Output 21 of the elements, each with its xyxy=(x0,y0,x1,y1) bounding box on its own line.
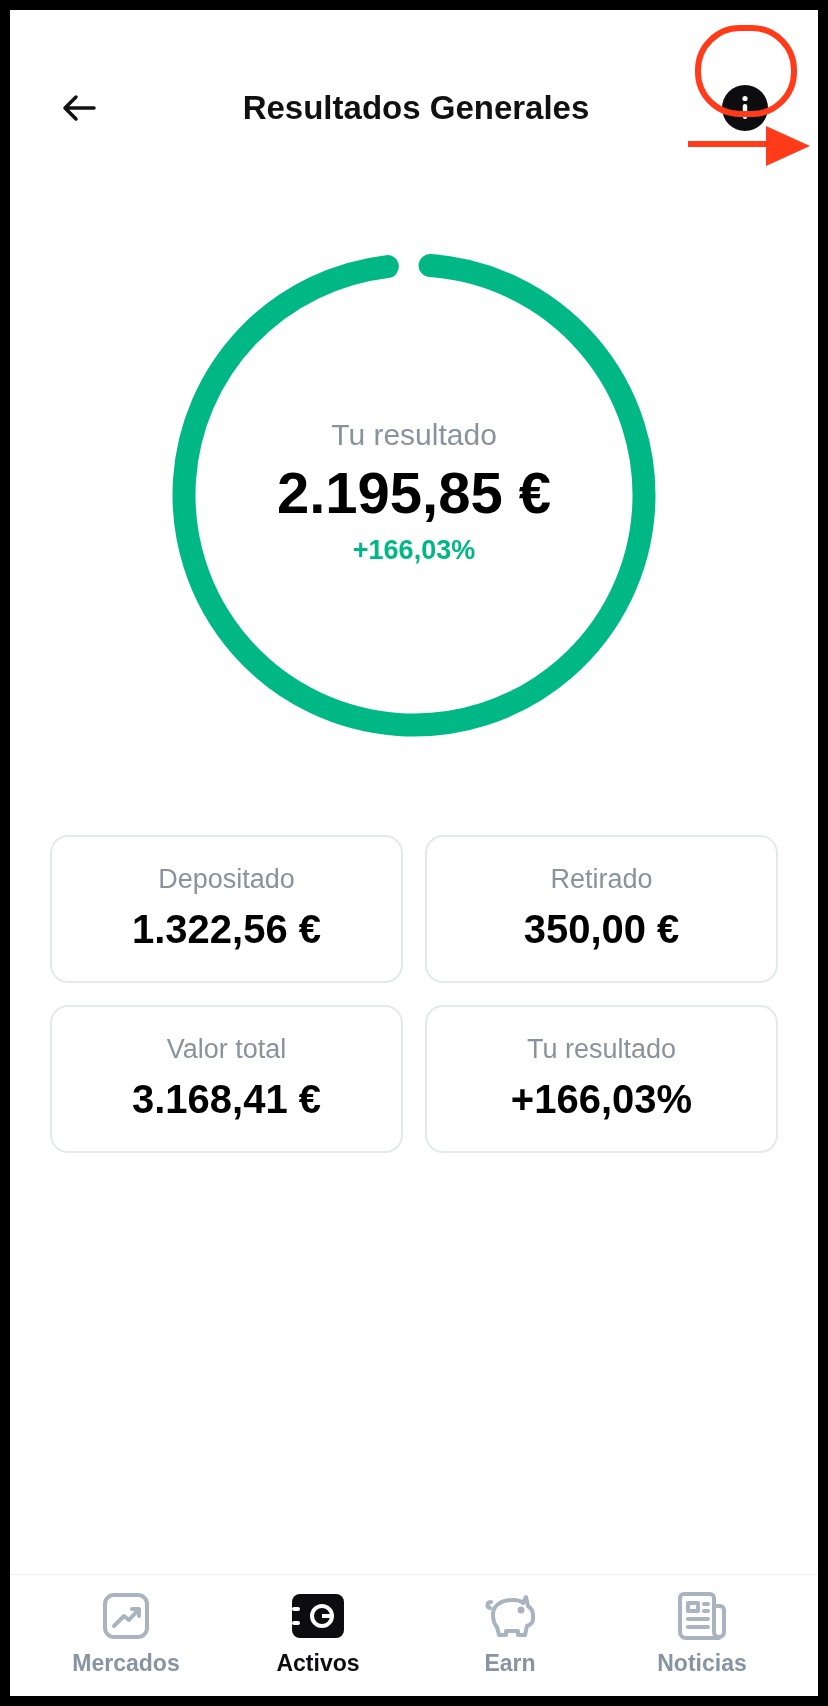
wallet-icon xyxy=(292,1594,344,1639)
stat-value: 350,00 € xyxy=(523,906,680,954)
page-title: Resultados Generales xyxy=(242,87,590,128)
info-icon[interactable] xyxy=(722,84,768,131)
stat-value: +166,03% xyxy=(510,1076,693,1124)
result-label: Tu resultado xyxy=(331,417,497,453)
nav-tab[interactable]: Activos xyxy=(233,1590,403,1681)
nav-tab[interactable]: Noticias xyxy=(617,1590,787,1681)
back-arrow-icon[interactable] xyxy=(62,93,96,122)
chart-icon xyxy=(102,1592,150,1641)
newspaper-icon xyxy=(676,1592,728,1641)
stat-value: 1.322,56 € xyxy=(131,906,322,954)
result-change: +166,03% xyxy=(352,533,476,567)
stat-value: 3.168,41 € xyxy=(131,1076,322,1124)
nav-tab[interactable]: Mercados xyxy=(41,1590,211,1681)
nav-tab[interactable]: Earn xyxy=(425,1590,595,1681)
stat-label: Valor total xyxy=(166,1032,287,1066)
stat-label: Depositado xyxy=(158,862,295,896)
result-amount: 2.195,85 € xyxy=(276,459,552,527)
stat-label: Retirado xyxy=(550,862,653,896)
stat-label: Tu resultado xyxy=(526,1032,677,1066)
